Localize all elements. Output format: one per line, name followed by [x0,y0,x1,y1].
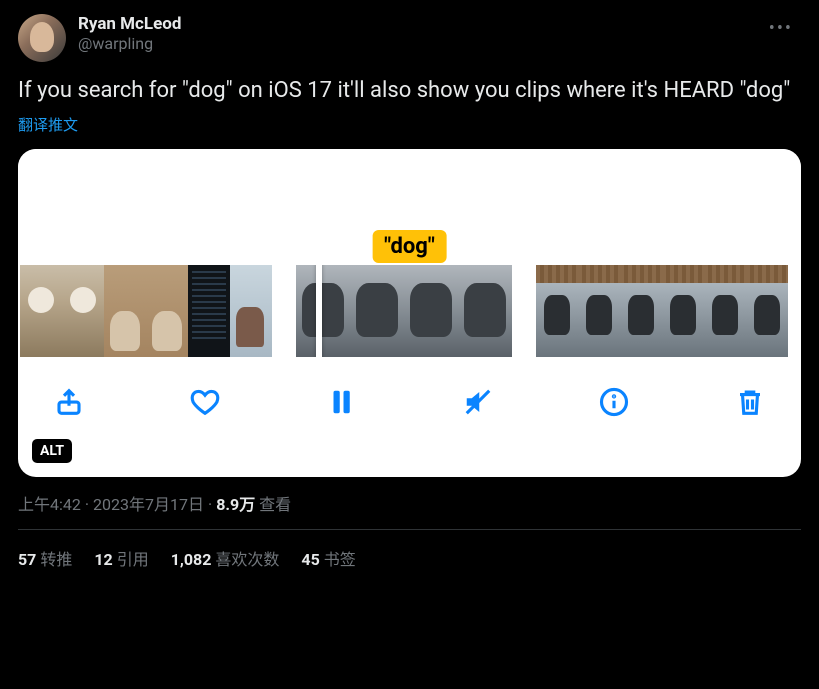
thumbnail [404,265,458,357]
tweet-container: Ryan McLeod @warpling ••• If you search … [0,0,819,586]
media-upper-area: "dog" [18,149,801,265]
info-icon[interactable] [597,385,631,419]
thumbnail [458,265,512,357]
display-name: Ryan McLeod [78,14,749,34]
quotes-stat[interactable]: 12引用 [94,546,148,570]
clip-group-1[interactable] [20,265,272,357]
video-filmstrip[interactable] [18,265,801,357]
views-count: 8.9万 [216,495,255,514]
tweet-text: If you search for "dog" on iOS 17 it'll … [18,76,801,106]
alt-badge[interactable]: ALT [32,439,72,463]
clip-group-3[interactable] [536,265,788,357]
retweets-stat[interactable]: 57转推 [18,546,72,570]
more-options-button[interactable]: ••• [761,14,801,43]
heart-icon[interactable] [188,385,222,419]
thumbnail [146,265,188,357]
thumbnail [746,265,788,357]
pause-icon[interactable] [324,385,358,419]
avatar[interactable] [18,14,66,62]
translate-link[interactable]: 翻译推文 [18,114,78,135]
tweet-stats: 57转推 12引用 1,082喜欢次数 45书签 [18,530,801,586]
bookmarks-stat[interactable]: 45书签 [301,546,355,570]
likes-stat[interactable]: 1,082喜欢次数 [171,546,280,570]
caption-bubble: "dog" [372,230,447,263]
tweet-meta: 上午4:42·2023年7月17日·8.9万 查看 [18,491,801,530]
share-icon[interactable] [52,385,86,419]
tweet-date[interactable]: 2023年7月17日 [93,495,204,514]
thumbnail [620,265,662,357]
media-card[interactable]: "dog" [18,149,801,477]
thumbnail [188,265,230,357]
handle: @warpling [78,34,749,53]
thumbnail [20,265,62,357]
thumbnail [536,265,578,357]
thumbnail [62,265,104,357]
playhead-indicator[interactable] [316,265,322,357]
trash-icon[interactable] [733,385,767,419]
thumbnail [662,265,704,357]
tweet-time[interactable]: 上午4:42 [18,495,81,514]
video-toolbar [18,357,801,419]
tweet-header: Ryan McLeod @warpling ••• [18,14,801,62]
mute-icon[interactable] [461,385,495,419]
thumbnail [230,265,272,357]
thumbnail [350,265,404,357]
author-names[interactable]: Ryan McLeod @warpling [78,14,749,53]
thumbnail [104,265,146,357]
views-label: 查看 [259,495,291,514]
thumbnail [704,265,746,357]
thumbnail [578,265,620,357]
clip-group-2[interactable] [296,265,512,357]
thumbnail [296,265,350,357]
